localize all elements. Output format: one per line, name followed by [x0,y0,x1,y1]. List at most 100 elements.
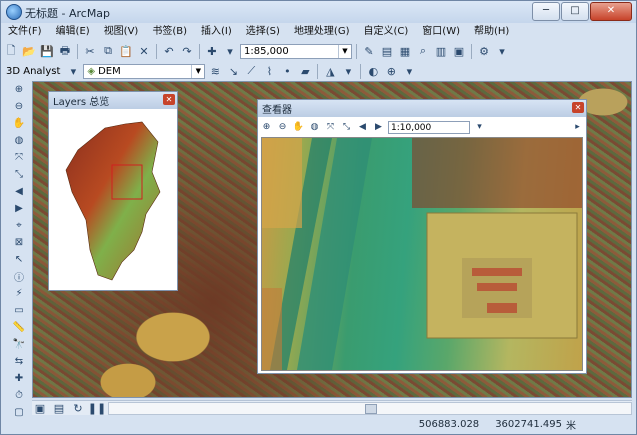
scrollbar-thumb[interactable] [365,403,377,414]
overview-panel: Layers 总览 ✕ [48,91,178,291]
profile-graph-icon[interactable]: ◮ [322,63,338,79]
overview-panel-title-bar: Layers 总览 ✕ [49,92,177,109]
forward-icon[interactable]: ▶ [11,201,27,216]
menu-file[interactable]: 文件(F) [1,24,49,40]
editor-toolbar-icon[interactable]: ✎ [361,43,377,59]
hyperlink-icon[interactable]: ⚡ [11,286,27,301]
interpolate-line-icon[interactable]: ⌇ [261,63,277,79]
menu-bookmarks[interactable]: 书签(B) [145,24,194,40]
chevron-down-icon[interactable]: ▼ [338,44,351,58]
measure-icon[interactable]: 📏 [11,320,27,335]
table-of-contents-icon[interactable]: ▤ [379,43,395,59]
undo-icon[interactable]: ↶ [161,43,177,59]
go-to-xy-icon[interactable]: ✚ [11,371,27,386]
menu-windows[interactable]: 窗口(W) [415,24,467,40]
maximize-button[interactable]: □ [561,2,589,21]
clear-selection-icon[interactable]: ⊠ [11,235,27,250]
pause-drawing-icon[interactable]: ❚❚ [88,400,106,416]
fixed-zoom-out-icon[interactable]: ⤡ [340,121,353,134]
zoom-out-icon[interactable]: ⊖ [11,99,27,114]
save-icon[interactable]: 💾 [39,43,55,59]
minimize-button[interactable]: ─ [532,2,560,21]
menu-insert[interactable]: 插入(I) [194,24,239,40]
fixed-zoom-in-icon[interactable]: ⤧ [11,150,27,165]
menu-edit[interactable]: 编辑(E) [49,24,97,40]
zoom-in-icon[interactable]: ⊕ [11,82,27,97]
identify-icon[interactable]: ⓘ [11,269,27,284]
back-icon[interactable]: ◀ [11,184,27,199]
delete-icon[interactable]: ✕ [136,43,152,59]
steepest-path-icon[interactable]: ↘ [225,63,241,79]
open-folder-icon[interactable]: 📂 [21,43,37,59]
3d-analyst-label[interactable]: 3D Analyst [3,66,63,77]
viewer-terrain [262,138,582,370]
select-icon[interactable]: ↖ [11,252,27,267]
close-icon[interactable]: ✕ [572,102,584,113]
model-builder-icon[interactable]: ⚙ [476,43,492,59]
overview-map[interactable] [50,110,176,289]
overview-panel-title: Layers 总览 [53,97,110,108]
zoom-out-icon[interactable]: ⊖ [276,121,289,134]
add-data-icon[interactable]: ✚ [204,43,220,59]
viewer-scale-combo[interactable]: 1:10,000 [388,120,470,134]
zoom-in-icon[interactable]: ⊕ [260,121,273,134]
html-popup-icon[interactable]: ▭ [11,303,27,318]
chevron-down-icon[interactable]: ▾ [65,63,81,79]
close-icon[interactable]: ✕ [163,94,175,105]
viewer-map[interactable] [261,137,583,371]
fixed-zoom-out-icon[interactable]: ⤡ [11,167,27,182]
chevron-down-icon[interactable]: ▾ [473,121,486,134]
arctoolbox-icon[interactable]: ▥ [433,43,449,59]
chevron-down-icon[interactable]: ▾ [222,43,238,59]
globe-icon[interactable]: ◍ [308,121,321,134]
pan-icon[interactable]: ✋ [11,116,27,131]
status-bar: 506883.028 3602741.495 米 [1,415,636,434]
fixed-zoom-in-icon[interactable]: ⤧ [324,121,337,134]
chevron-down-icon[interactable]: ▾ [401,63,417,79]
select-elements-icon[interactable]: ⌖ [11,218,27,233]
viewer-toolbar: ⊕ ⊖ ✋ ◍ ⤧ ⤡ ◀ ▶ 1:10,000 ▾ ▸ [260,119,584,135]
globe-icon[interactable]: ◍ [11,133,27,148]
interpolate-polygon-icon[interactable]: ▰ [297,63,313,79]
menu-help[interactable]: 帮助(H) [467,24,516,40]
contour-icon[interactable]: ≋ [207,63,223,79]
forward-icon[interactable]: ▶ [372,121,385,134]
viewer-panel: 查看器 ✕ ⊕ ⊖ ✋ ◍ ⤧ ⤡ ◀ ▶ 1:10,000 ▾ ▸ [257,99,587,374]
arcscene-icon[interactable]: ◐ [365,63,381,79]
pan-icon[interactable]: ✋ [292,121,305,134]
back-icon[interactable]: ◀ [356,121,369,134]
menu-selection[interactable]: 选择(S) [239,24,287,40]
chevron-down-icon[interactable]: ▼ [191,64,204,78]
menu-customize[interactable]: 自定义(C) [357,24,416,40]
close-button[interactable]: ✕ [590,2,632,21]
line-of-sight-icon[interactable]: ⟋ [243,63,259,79]
time-slider-icon[interactable]: ⏱ [11,388,27,403]
layer-combo[interactable]: ◈ DEM ▼ [83,63,206,79]
cut-icon[interactable]: ✂ [82,43,98,59]
catalog-icon[interactable]: ▦ [397,43,413,59]
chevron-down-icon[interactable]: ▾ [494,43,510,59]
find-route-icon[interactable]: ⇆ [11,354,27,369]
viewer-panel-title: 查看器 [262,105,292,116]
data-view-icon[interactable]: ▣ [32,400,48,416]
print-icon[interactable]: 🖶 [57,43,73,59]
python-window-icon[interactable]: ▣ [451,43,467,59]
chevron-down-icon[interactable]: ▾ [340,63,356,79]
search-window-icon[interactable]: ⌕ [415,43,431,59]
new-document-icon[interactable]: 🗋 [3,43,19,59]
viewer-options-icon[interactable]: ▸ [571,121,584,134]
redo-icon[interactable]: ↷ [179,43,195,59]
layout-view-icon[interactable]: ▤ [51,400,67,416]
refresh-icon[interactable]: ↻ [70,400,86,416]
paste-icon[interactable]: 📋 [118,43,134,59]
menu-view[interactable]: 视图(V) [97,24,146,40]
map-scale-combo[interactable]: 1:85,000 ▼ [240,43,352,59]
arcglobe-icon[interactable]: ⊕ [383,63,399,79]
menu-geoprocessing[interactable]: 地理处理(G) [287,24,357,40]
interpolate-point-icon[interactable]: • [279,63,295,79]
find-icon[interactable]: 🔭 [11,337,27,352]
copy-icon[interactable]: ⧉ [100,43,116,59]
layer-value: DEM [98,65,121,77]
horizontal-scrollbar[interactable] [108,401,632,415]
separator [77,43,78,59]
